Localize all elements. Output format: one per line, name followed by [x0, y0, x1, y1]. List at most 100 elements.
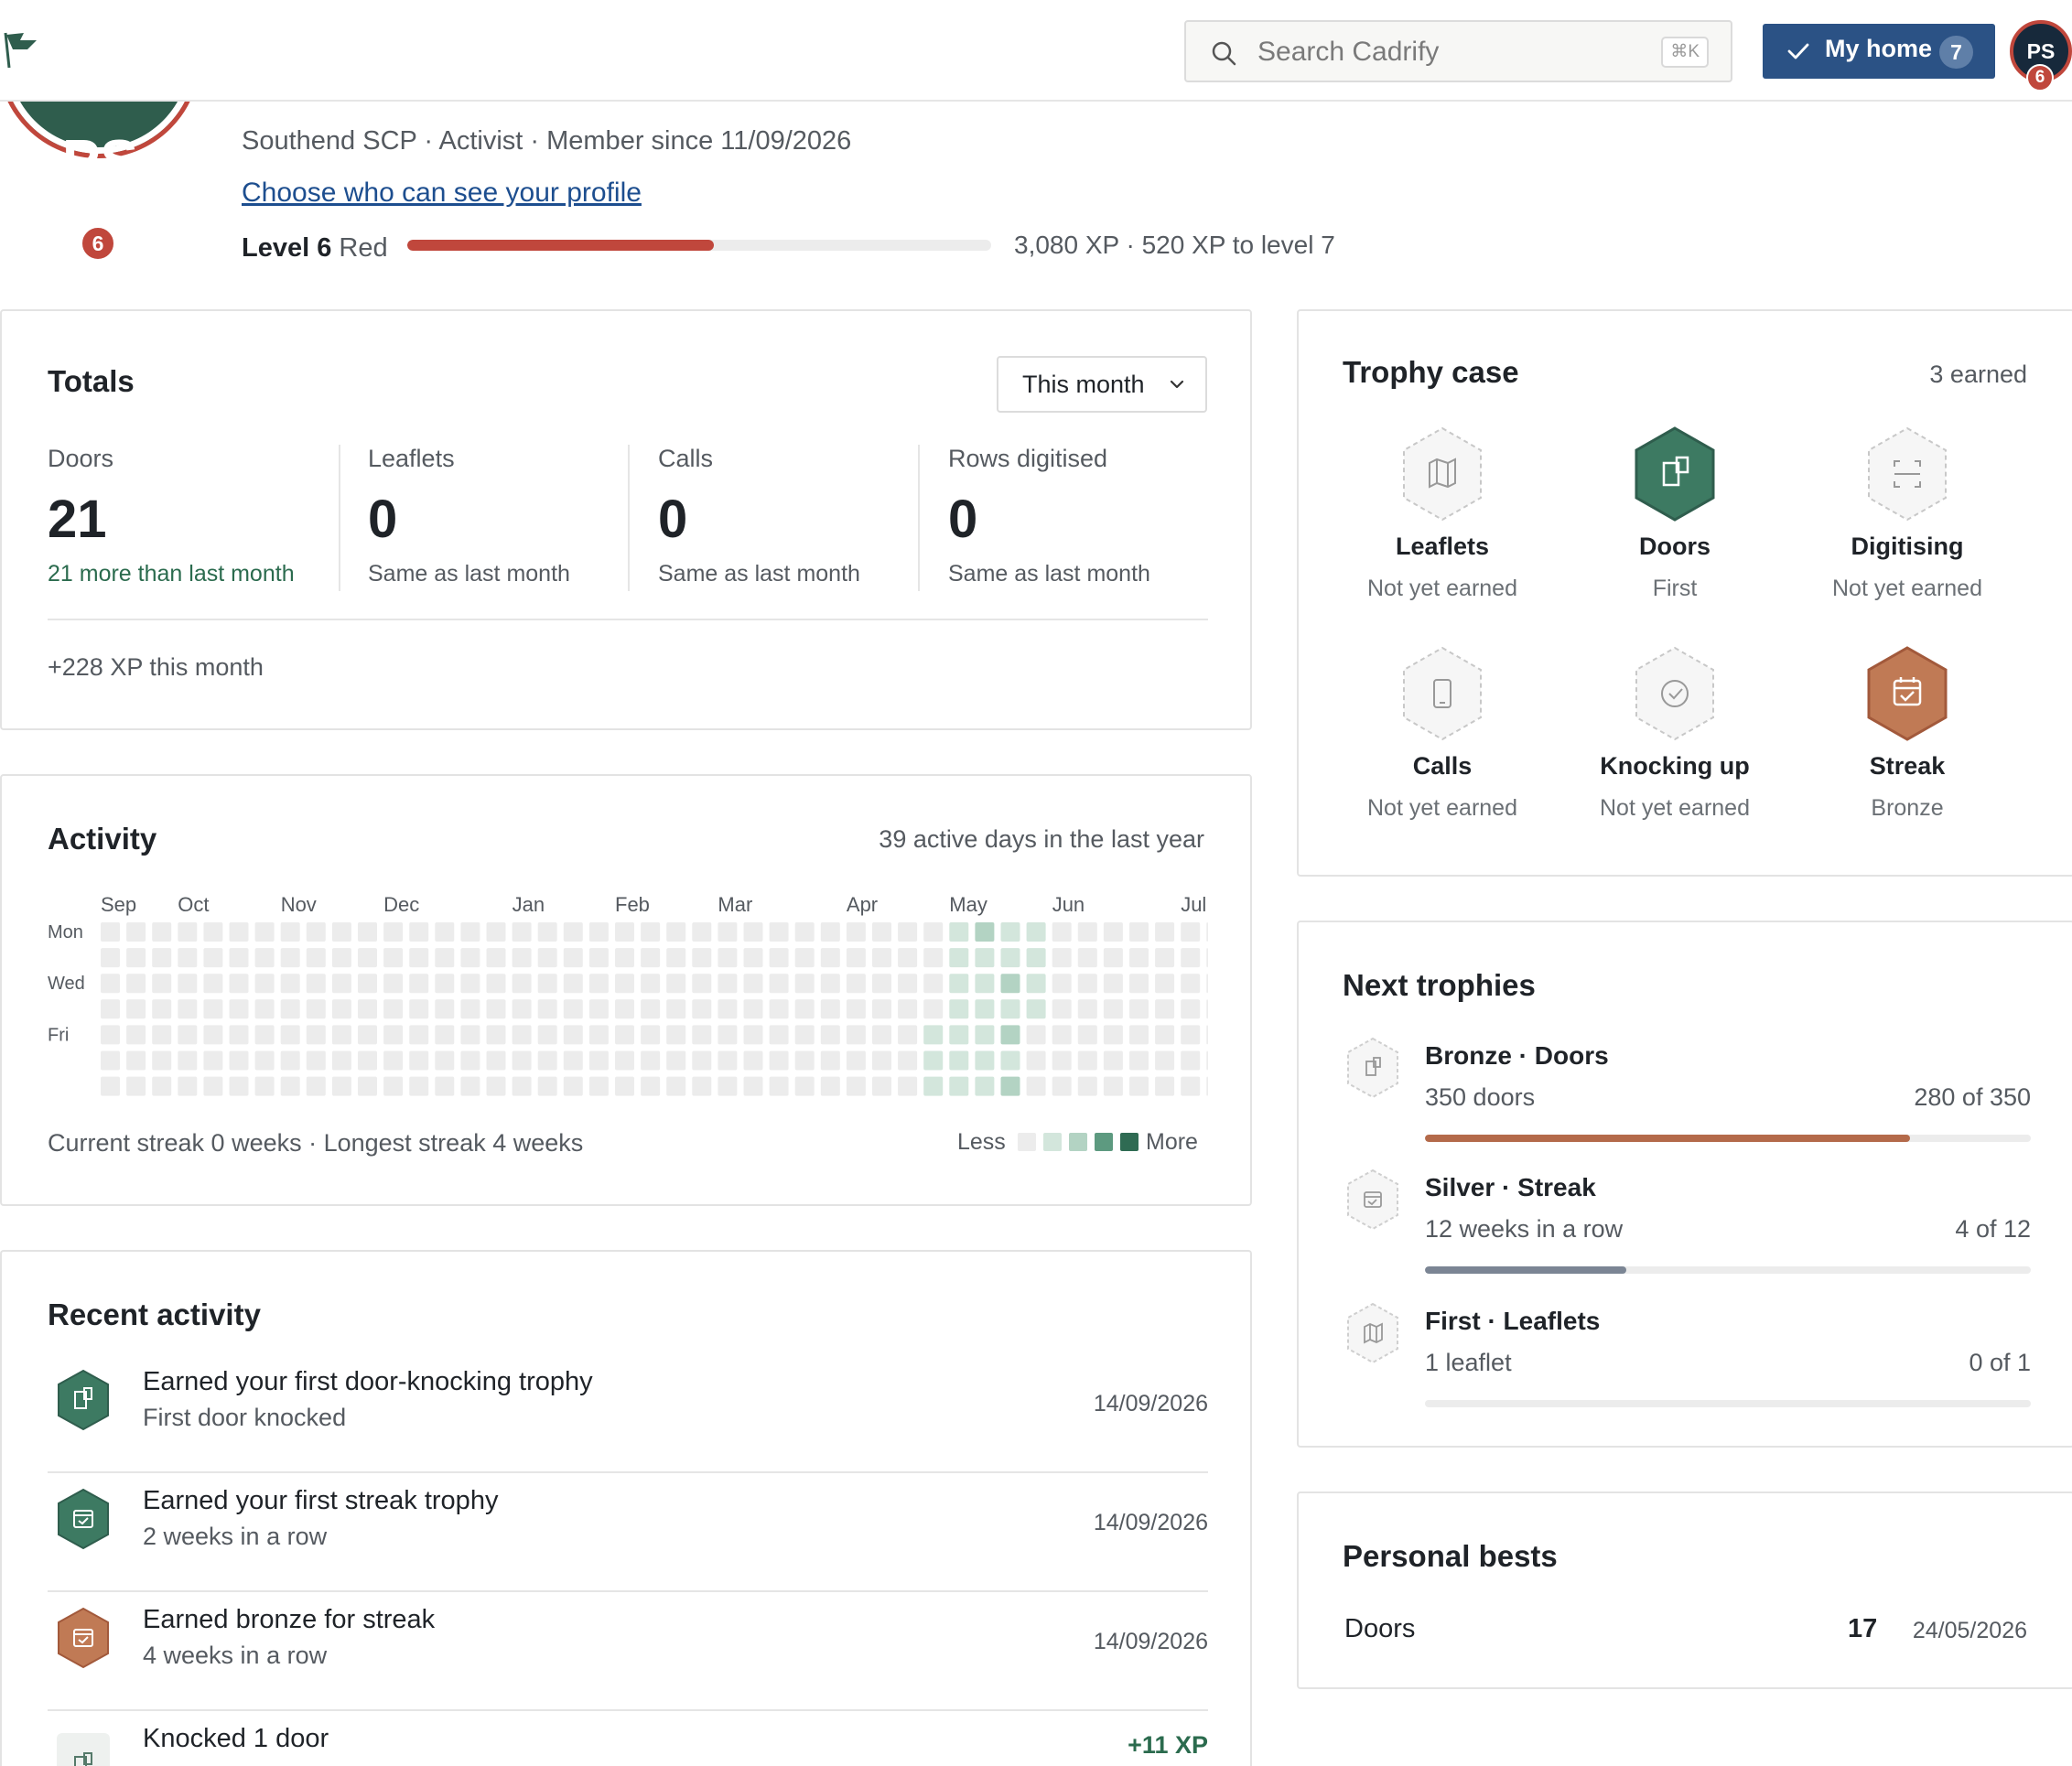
heatmap-cell	[588, 974, 609, 994]
heatmap-cell	[615, 1076, 634, 1096]
period-select[interactable]: This month	[997, 356, 1207, 413]
profile-level-badge: 6	[80, 225, 116, 262]
door-icon	[57, 1733, 110, 1766]
next-trophy-item[interactable]: Bronze · Doors 350 doors 280 of 350	[1344, 1036, 2031, 1164]
heatmap-cell	[383, 999, 404, 1019]
heatmap-cell	[435, 974, 455, 994]
my-home-button[interactable]: My home 7	[1763, 24, 1995, 79]
next-trophy-title: First · Leaflets	[1425, 1307, 1601, 1335]
trophy-status: Not yet earned	[1367, 795, 1517, 821]
heatmap-cell	[820, 974, 840, 994]
heatmap-cell	[383, 1076, 404, 1096]
divider	[339, 445, 340, 591]
heatmap-cell	[409, 948, 429, 968]
trophy-status: Bronze	[1871, 795, 1944, 821]
heatmap-cell	[1026, 948, 1046, 968]
heatmap-cell	[203, 1076, 223, 1096]
trophy-case-card: Trophy case 3 earned Leaflets Not yet ea…	[1297, 309, 2072, 877]
heatmap-cell	[409, 1025, 429, 1045]
heatmap-cell	[1206, 922, 1208, 942]
trophy-knocking-up[interactable]: Knocking up Not yet earned	[1559, 644, 1791, 822]
trophy-status: Not yet earned	[1367, 576, 1517, 601]
heatmap-cell	[1181, 922, 1201, 942]
heatmap-cell	[641, 1025, 661, 1045]
trophy-doors[interactable]: Doors First	[1559, 425, 1791, 602]
map-icon	[1347, 1302, 1398, 1364]
check-circle-icon	[1635, 646, 1714, 741]
heatmap-cell	[254, 922, 275, 942]
heatmap-cell	[1103, 974, 1123, 994]
door-icon	[1347, 1037, 1398, 1099]
flag-logo-icon[interactable]	[0, 27, 42, 73]
legend-swatch	[1018, 1133, 1036, 1151]
recent-item-title: Earned your first streak trophy	[143, 1486, 499, 1515]
recent-item[interactable]: Earned bronze for streak 4 weeks in a ro…	[48, 1592, 1208, 1711]
heatmap-cell	[1052, 922, 1072, 942]
heatmap-cell	[229, 1050, 249, 1071]
heatmap-cell	[975, 1050, 995, 1071]
best-label: Doors	[1344, 1614, 1416, 1643]
best-value: 17	[1848, 1614, 1878, 1643]
heatmap-cell	[331, 974, 351, 994]
heatmap-cell	[306, 1025, 326, 1045]
heatmap-cell	[769, 1025, 789, 1045]
heatmap-cell	[101, 1050, 120, 1071]
profile-meta: Southend SCP · Activist · Member since 1…	[242, 126, 852, 156]
heatmap-cell	[949, 1076, 969, 1096]
heatmap-cell	[280, 1025, 300, 1045]
heatmap-cell	[178, 1076, 198, 1096]
recent-item-subtitle: 4 weeks in a row	[143, 1642, 328, 1669]
heatmap-cell	[872, 1025, 891, 1045]
heatmap-cell	[126, 999, 146, 1019]
heatmap-cell	[229, 1025, 249, 1045]
heatmap-month-label: Jan	[513, 893, 545, 916]
recent-item-title: Earned bronze for streak	[143, 1605, 436, 1634]
heatmap-cell	[718, 1076, 738, 1096]
heatmap-cell	[306, 1076, 326, 1096]
heatmap-cell	[229, 974, 249, 994]
next-trophy-item[interactable]: Silver · Streak 12 weeks in a row 4 of 1…	[1344, 1168, 2031, 1296]
heatmap-cell	[588, 999, 609, 1019]
heatmap-cell	[358, 1050, 377, 1071]
trophy-streak[interactable]: Streak Bronze	[1791, 644, 2023, 822]
heatmap-cell	[126, 948, 146, 968]
heatmap-cell	[409, 922, 429, 942]
heatmap-cell	[692, 1025, 712, 1045]
heatmap-month-label: Nov	[281, 893, 317, 916]
next-trophy-progress-text: 4 of 12	[1955, 1215, 2031, 1243]
heatmap-cell	[923, 999, 944, 1019]
heatmap-cell	[512, 974, 532, 994]
heatmap-cell	[923, 922, 944, 942]
top-bar: Search Cadrify ⌘K My home 7 PS 6	[0, 0, 2072, 102]
heatmap-cell	[641, 922, 661, 942]
heatmap-cell	[1026, 1025, 1046, 1045]
heatmap-cell	[435, 1076, 455, 1096]
trophy-case-title: Trophy case	[1343, 355, 1519, 389]
heatmap-cell	[846, 1025, 866, 1045]
heatmap-cell	[794, 999, 815, 1019]
recent-item[interactable]: Earned your first door-knocking trophy F…	[48, 1354, 1208, 1473]
stat-label: Rows digitised	[948, 445, 1108, 472]
heatmap-cell	[1129, 1076, 1149, 1096]
heatmap-cell	[1052, 999, 1072, 1019]
heatmap-cell	[537, 948, 557, 968]
heatmap-cell	[254, 974, 275, 994]
profile-visibility-link[interactable]: Choose who can see your profile	[242, 178, 642, 209]
recent-item[interactable]: Knocked 1 door +11 XP	[48, 1711, 1208, 1766]
recent-item-subtitle: 2 weeks in a row	[143, 1523, 328, 1550]
heatmap-cell	[1026, 999, 1046, 1019]
heatmap-cell	[1000, 922, 1020, 942]
level-number: Level 6	[242, 233, 332, 263]
search-input[interactable]: Search Cadrify ⌘K	[1184, 20, 1732, 82]
next-trophy-item[interactable]: First · Leaflets 1 leaflet 0 of 1	[1344, 1301, 2031, 1429]
heatmap-cell	[358, 974, 377, 994]
heatmap-month-label: Sep	[101, 893, 136, 916]
stat-compare: Same as last month	[948, 561, 1150, 587]
trophy-leaflets[interactable]: Leaflets Not yet earned	[1326, 425, 1559, 602]
heatmap-cell	[846, 922, 866, 942]
recent-item[interactable]: Earned your first streak trophy 2 weeks …	[48, 1473, 1208, 1592]
next-trophy-progress-text: 280 of 350	[1914, 1083, 2031, 1111]
heatmap-cell	[152, 999, 172, 1019]
trophy-digitising[interactable]: Digitising Not yet earned	[1791, 425, 2023, 602]
trophy-calls[interactable]: Calls Not yet earned	[1326, 644, 1559, 822]
